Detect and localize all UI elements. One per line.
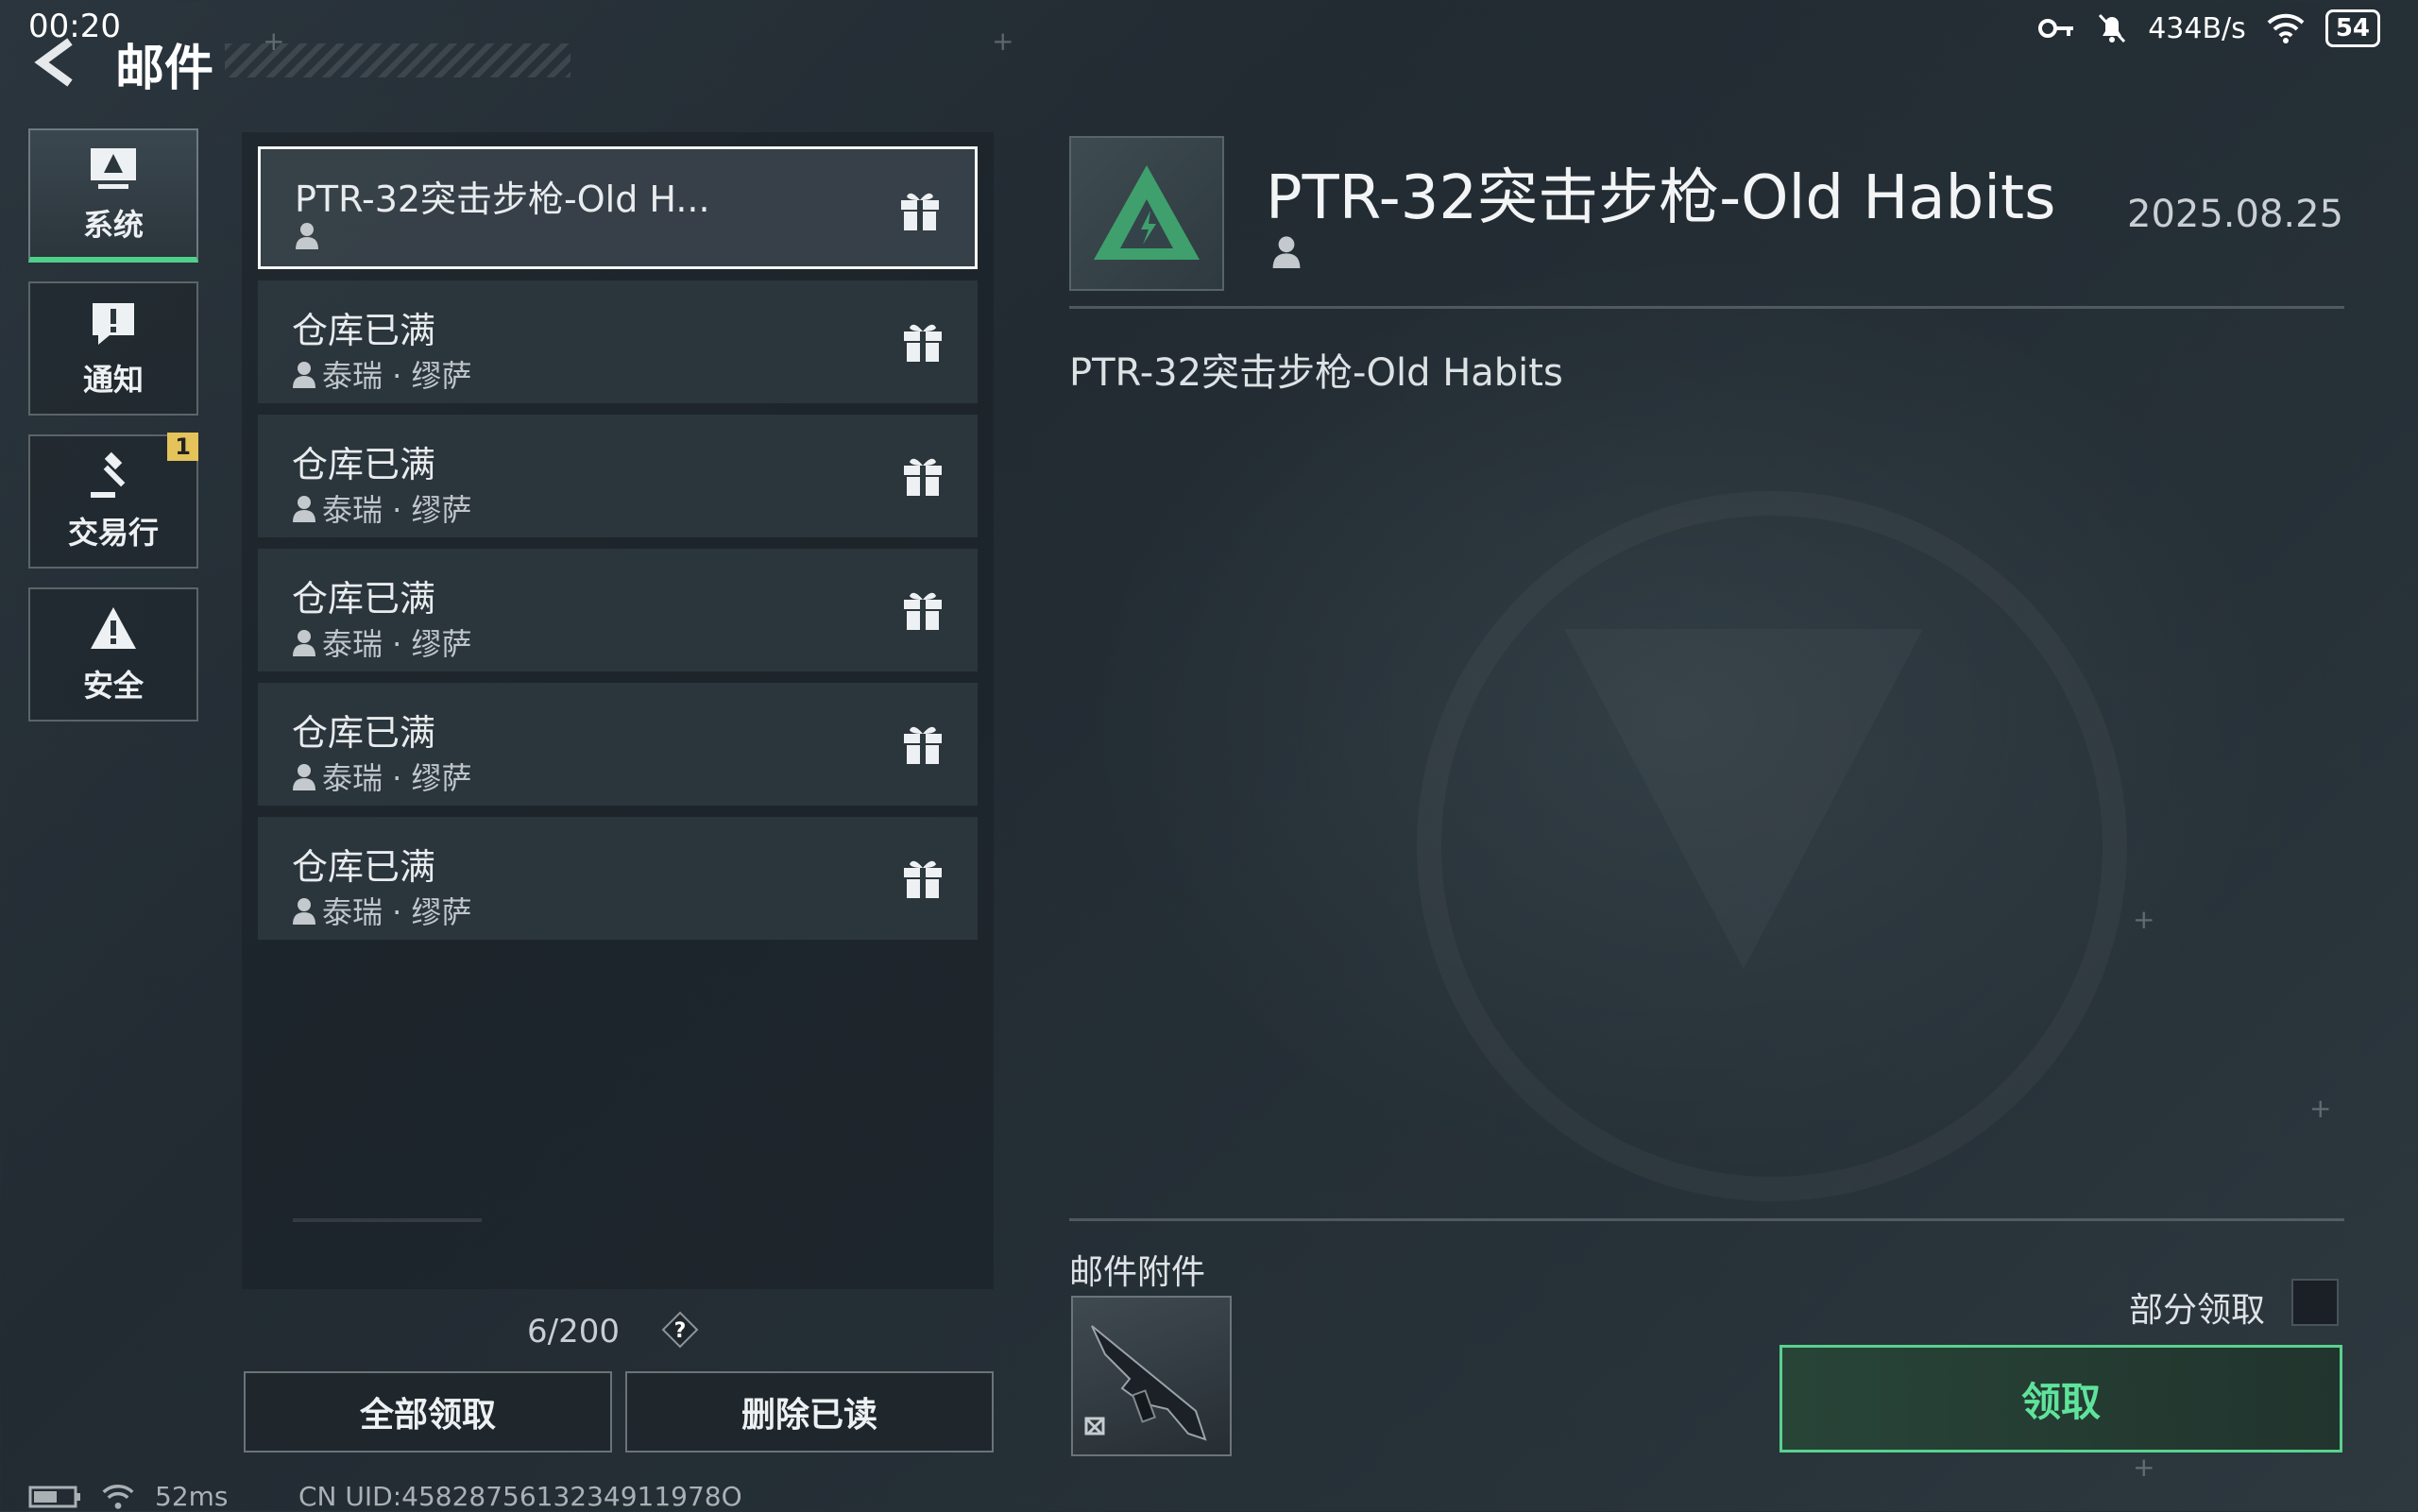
background-emblem	[1417, 491, 2127, 1201]
mail-title: 仓库已满	[292, 444, 436, 485]
system-monitor-icon	[91, 148, 136, 189]
mail-title: 仓库已满	[292, 310, 436, 351]
warning-icon	[91, 607, 136, 649]
claim-button[interactable]: 领取	[1779, 1345, 2342, 1453]
help-icon[interactable]: ?	[661, 1311, 699, 1349]
gift-icon	[904, 458, 942, 496]
mail-sender-name: 泰瑞 · 缪萨	[322, 894, 472, 930]
mail-sender-name: 泰瑞 · 缪萨	[322, 760, 472, 796]
mail-sender: 泰瑞 · 缪萨	[292, 755, 472, 798]
mail-sender: 泰瑞 · 缪萨	[292, 352, 472, 396]
tab-auction-label: 交易行	[67, 515, 159, 551]
tab-system[interactable]: 系统	[28, 128, 198, 263]
net-speed: 434B/s	[2148, 11, 2246, 45]
gift-icon	[904, 324, 942, 362]
person-icon	[296, 223, 318, 249]
mute-bell-icon	[2099, 13, 2126, 43]
tab-security-label: 安全	[82, 668, 144, 704]
mail-sender: 泰瑞 · 缪萨	[292, 486, 472, 530]
wifi-icon	[2267, 13, 2305, 43]
partial-claim-checkbox[interactable]	[2291, 1279, 2339, 1326]
person-icon	[293, 630, 315, 656]
footer-status: 52ms	[28, 1481, 229, 1512]
claim-all-button[interactable]: 全部领取	[244, 1371, 612, 1453]
rifle-icon	[1084, 1325, 1207, 1441]
mail-sender	[295, 221, 325, 249]
gift-icon	[901, 193, 939, 230]
ping: 52ms	[155, 1481, 229, 1512]
tab-system-label: 系统	[82, 207, 144, 243]
tab-notice[interactable]: 通知	[28, 281, 198, 416]
mail-item[interactable]: 仓库已满 泰瑞 · 缪萨	[258, 549, 978, 671]
person-icon	[293, 898, 315, 925]
auction-hammer-icon	[91, 451, 126, 498]
sender-logo	[1069, 136, 1224, 291]
key-icon	[2038, 19, 2074, 38]
mail-count: 6/200	[527, 1313, 620, 1351]
mail-sender: 泰瑞 · 缪萨	[292, 889, 472, 932]
tab-notice-label: 通知	[82, 362, 144, 398]
deco-cross: +	[2133, 1452, 2155, 1483]
wifi-icon	[102, 1484, 134, 1509]
divider	[1069, 1218, 2344, 1221]
mail-body: PTR-32突击步枪-Old Habits	[1069, 351, 1563, 395]
mail-date: 2025.08.25	[2127, 193, 2344, 236]
attachment-label: 邮件附件	[1069, 1253, 1206, 1292]
mail-sender-name: 泰瑞 · 缪萨	[322, 492, 472, 528]
deco-cross: +	[2133, 904, 2155, 935]
person-icon	[1272, 236, 1301, 268]
attachment-item[interactable]	[1071, 1296, 1232, 1456]
title-decoration	[225, 43, 570, 77]
notice-icon	[93, 303, 134, 345]
divider	[1069, 306, 2344, 309]
gift-icon	[904, 860, 942, 898]
list-decoration	[293, 1218, 482, 1222]
mail-title: 仓库已满	[292, 578, 436, 620]
back-arrow-icon[interactable]	[28, 34, 85, 91]
mail-item[interactable]: 仓库已满 泰瑞 · 缪萨	[258, 415, 978, 537]
notification-badge: 1	[167, 433, 198, 461]
partial-claim-label: 部分领取	[2129, 1291, 2266, 1330]
lightning-triangle-icon	[1094, 165, 1200, 260]
user-uid: CN UID:4582875613234911978O	[298, 1481, 742, 1512]
device-battery-icon	[28, 1486, 80, 1507]
mail-item[interactable]: 仓库已满 泰瑞 · 缪萨	[258, 817, 978, 940]
mail-title: 仓库已满	[292, 846, 436, 888]
mail-sender: 泰瑞 · 缪萨	[292, 620, 472, 664]
mail-detail-title: PTR-32突击步枪-Old Habits	[1266, 163, 2056, 233]
deco-cross: +	[2309, 1093, 2332, 1124]
tab-auction[interactable]: 交易行 1	[28, 433, 198, 569]
deco-cross: +	[992, 25, 1014, 57]
gift-icon	[904, 592, 942, 630]
person-icon	[293, 764, 315, 790]
delete-read-button[interactable]: 删除已读	[625, 1371, 994, 1453]
mail-item[interactable]: 仓库已满 泰瑞 · 缪萨	[258, 683, 978, 806]
mail-sender-name: 泰瑞 · 缪萨	[322, 626, 472, 662]
battery-icon: 54	[2324, 9, 2380, 47]
status-icons: 434B/s 54	[2038, 9, 2380, 47]
person-icon	[293, 362, 315, 388]
page-title: 邮件	[115, 41, 214, 97]
mail-item[interactable]: PTR-32突击步枪-Old H...	[258, 146, 978, 269]
mail-title: PTR-32突击步枪-Old H...	[295, 178, 710, 220]
mail-item[interactable]: 仓库已满 泰瑞 · 缪萨	[258, 280, 978, 403]
tab-security[interactable]: 安全	[28, 587, 198, 722]
help-label: ?	[674, 1319, 687, 1343]
mail-sender-name: 泰瑞 · 缪萨	[322, 358, 472, 394]
gift-icon	[904, 726, 942, 764]
mail-title: 仓库已满	[292, 712, 436, 754]
person-icon	[293, 496, 315, 522]
